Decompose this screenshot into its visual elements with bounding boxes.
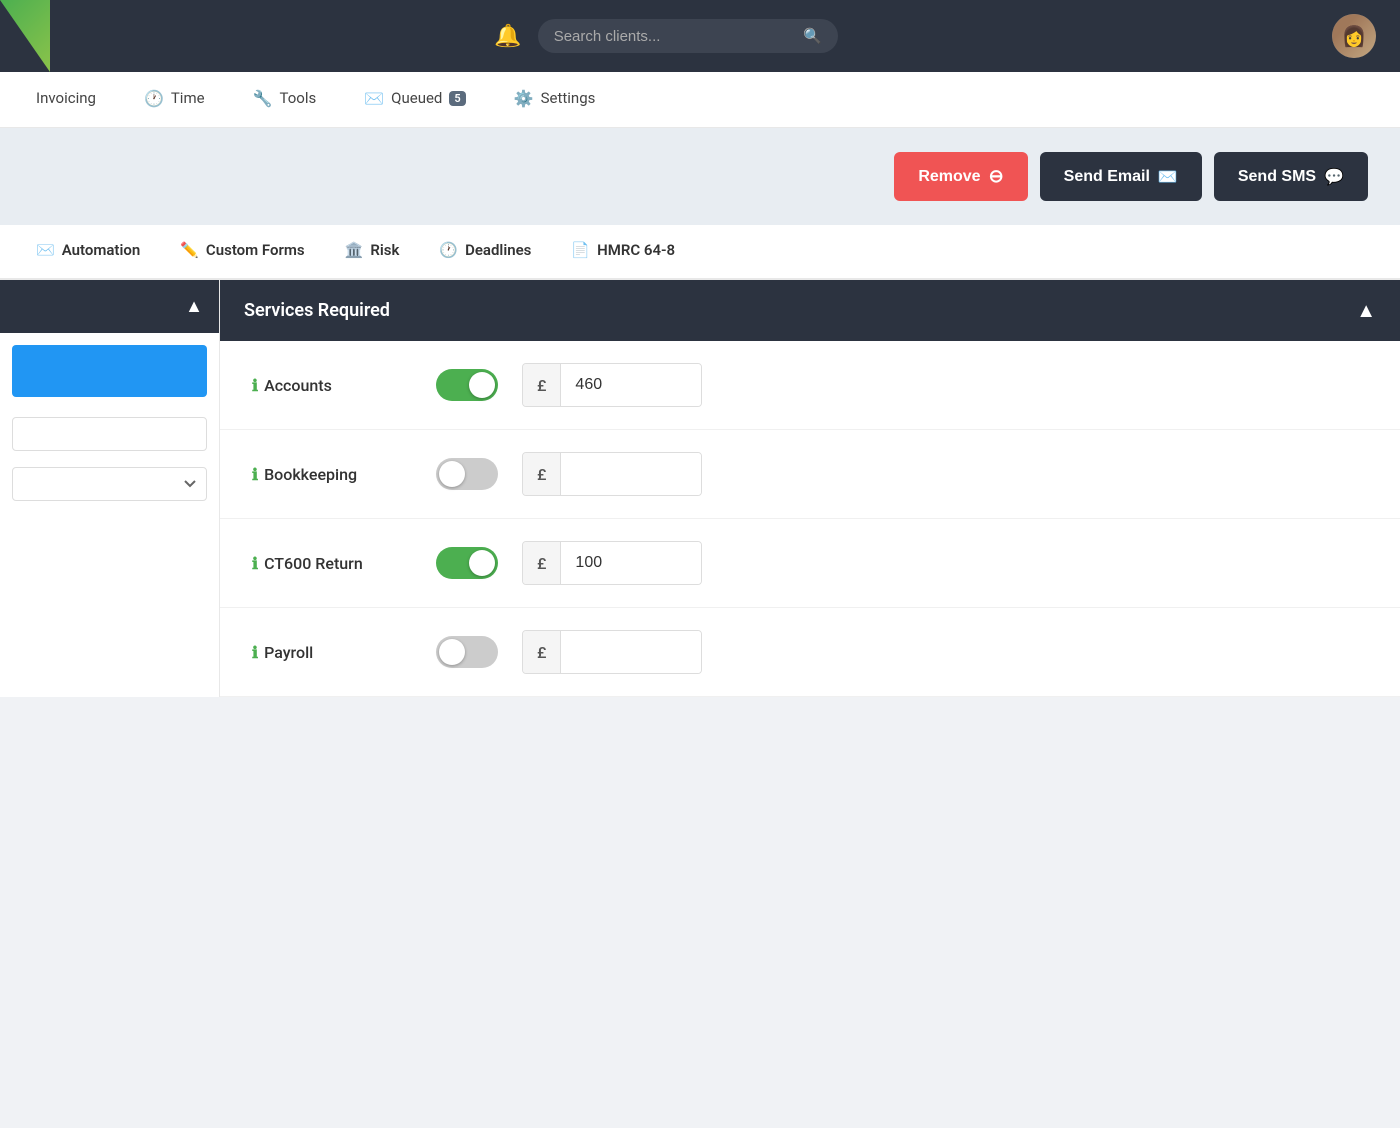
nav-row: Invoicing 🕐 Time 🔧 Tools ✉️ Queued 5 ⚙️ … bbox=[0, 72, 1400, 128]
time-icon: 🕐 bbox=[144, 89, 164, 108]
remove-icon: ⊖ bbox=[989, 166, 1004, 187]
avatar-image: 👩 bbox=[1332, 14, 1376, 58]
time-label: Time bbox=[171, 89, 205, 107]
tab-risk-label: Risk bbox=[370, 241, 399, 259]
payroll-toggle[interactable] bbox=[436, 636, 498, 668]
logo bbox=[0, 0, 50, 72]
tab-risk[interactable]: 🏛️ Risk bbox=[325, 225, 420, 278]
email-icon: ✉️ bbox=[1158, 167, 1178, 187]
main-content: ▲ Services Required ▲ ℹ Accounts £ bbox=[0, 280, 1400, 697]
ct600-label: ℹ CT600 Return bbox=[252, 554, 412, 573]
ct600-currency-group: £ bbox=[522, 541, 702, 585]
remove-button[interactable]: Remove ⊖ bbox=[894, 152, 1027, 201]
bookkeeping-label: ℹ Bookkeeping bbox=[252, 465, 412, 484]
search-bar: 🔍 bbox=[538, 19, 838, 53]
ct600-currency-symbol: £ bbox=[523, 542, 561, 584]
risk-icon: 🏛️ bbox=[345, 241, 364, 259]
send-email-button[interactable]: Send Email ✉️ bbox=[1040, 152, 1202, 201]
send-email-label: Send Email bbox=[1064, 168, 1150, 186]
nav-item-settings[interactable]: ⚙️ Settings bbox=[510, 72, 600, 128]
tab-deadlines[interactable]: 🕐 Deadlines bbox=[419, 225, 551, 278]
tools-label: Tools bbox=[280, 89, 317, 107]
bookkeeping-toggle[interactable] bbox=[436, 458, 498, 490]
payroll-currency-symbol: £ bbox=[523, 631, 561, 673]
nav-item-time[interactable]: 🕐 Time bbox=[140, 72, 209, 128]
left-sidebar: ▲ bbox=[0, 280, 220, 697]
sidebar-dropdown[interactable] bbox=[12, 467, 207, 501]
bookkeeping-currency-symbol: £ bbox=[523, 453, 561, 495]
service-row-ct600: ℹ CT600 Return £ bbox=[220, 519, 1400, 608]
tab-hmrc-label: HMRC 64-8 bbox=[597, 241, 675, 259]
bell-icon[interactable]: 🔔 bbox=[494, 24, 521, 49]
remove-label: Remove bbox=[918, 168, 980, 186]
accounts-toggle[interactable] bbox=[436, 369, 498, 401]
deadlines-icon: 🕐 bbox=[439, 241, 458, 259]
queued-icon: ✉️ bbox=[364, 89, 384, 108]
send-sms-label: Send SMS bbox=[1238, 168, 1316, 186]
accounts-currency-group: £ bbox=[522, 363, 702, 407]
search-icon: 🔍 bbox=[803, 27, 822, 45]
accounts-currency-symbol: £ bbox=[523, 364, 561, 406]
action-bar: Remove ⊖ Send Email ✉️ Send SMS 💬 bbox=[0, 128, 1400, 225]
automation-icon: ✉️ bbox=[36, 241, 55, 259]
settings-label: Settings bbox=[541, 89, 596, 107]
top-bar: 🔔 🔍 👩 bbox=[0, 0, 1400, 72]
hmrc-icon: 📄 bbox=[571, 241, 590, 259]
services-panel: Services Required ▲ ℹ Accounts £ ℹ bbox=[220, 280, 1400, 697]
queued-badge: 5 bbox=[449, 91, 465, 106]
queued-label: Queued bbox=[391, 89, 442, 107]
tab-custom-forms[interactable]: ✏️ Custom Forms bbox=[160, 225, 324, 278]
search-input[interactable] bbox=[554, 28, 793, 45]
sidebar-collapse-header[interactable]: ▲ bbox=[0, 280, 219, 333]
accounts-label: ℹ Accounts bbox=[252, 376, 412, 395]
tab-automation-label: Automation bbox=[62, 241, 141, 259]
payroll-currency-group: £ bbox=[522, 630, 702, 674]
payroll-label: ℹ Payroll bbox=[252, 643, 412, 662]
sidebar-blue-bar bbox=[12, 345, 207, 397]
ct600-toggle[interactable] bbox=[436, 547, 498, 579]
payroll-amount-input[interactable] bbox=[561, 631, 701, 673]
sidebar-text-input[interactable] bbox=[12, 417, 207, 451]
services-chevron-icon: ▲ bbox=[1356, 298, 1376, 323]
tools-icon: 🔧 bbox=[253, 89, 273, 108]
bookkeeping-amount-input[interactable] bbox=[561, 453, 701, 495]
services-header[interactable]: Services Required ▲ bbox=[220, 280, 1400, 341]
bookkeeping-currency-group: £ bbox=[522, 452, 702, 496]
tab-hmrc[interactable]: 📄 HMRC 64-8 bbox=[551, 225, 695, 278]
ct600-amount-input[interactable] bbox=[561, 542, 701, 584]
nav-item-queued[interactable]: ✉️ Queued 5 bbox=[360, 72, 469, 128]
tab-automation[interactable]: ✉️ Automation bbox=[16, 225, 160, 278]
tab-custom-forms-label: Custom Forms bbox=[206, 241, 305, 259]
nav-item-tools[interactable]: 🔧 Tools bbox=[249, 72, 321, 128]
top-bar-center: 🔔 🔍 bbox=[494, 19, 837, 53]
nav-item-invoicing[interactable]: Invoicing bbox=[32, 72, 100, 128]
settings-icon: ⚙️ bbox=[514, 89, 534, 108]
payroll-info-icon[interactable]: ℹ bbox=[252, 643, 258, 662]
ct600-info-icon[interactable]: ℹ bbox=[252, 554, 258, 573]
services-title: Services Required bbox=[244, 300, 390, 321]
bookkeeping-info-icon[interactable]: ℹ bbox=[252, 465, 258, 484]
sidebar-chevron-up-icon: ▲ bbox=[185, 296, 203, 317]
service-row-bookkeeping: ℹ Bookkeeping £ bbox=[220, 430, 1400, 519]
tab-row: ✉️ Automation ✏️ Custom Forms 🏛️ Risk 🕐 … bbox=[0, 225, 1400, 280]
custom-forms-icon: ✏️ bbox=[180, 241, 199, 259]
tab-deadlines-label: Deadlines bbox=[465, 241, 531, 259]
avatar[interactable]: 👩 bbox=[1332, 14, 1376, 58]
service-row-accounts: ℹ Accounts £ bbox=[220, 341, 1400, 430]
sms-icon: 💬 bbox=[1324, 167, 1344, 187]
send-sms-button[interactable]: Send SMS 💬 bbox=[1214, 152, 1368, 201]
service-row-payroll: ℹ Payroll £ bbox=[220, 608, 1400, 697]
accounts-info-icon[interactable]: ℹ bbox=[252, 376, 258, 395]
accounts-amount-input[interactable] bbox=[561, 364, 701, 406]
invoicing-label: Invoicing bbox=[36, 89, 96, 107]
